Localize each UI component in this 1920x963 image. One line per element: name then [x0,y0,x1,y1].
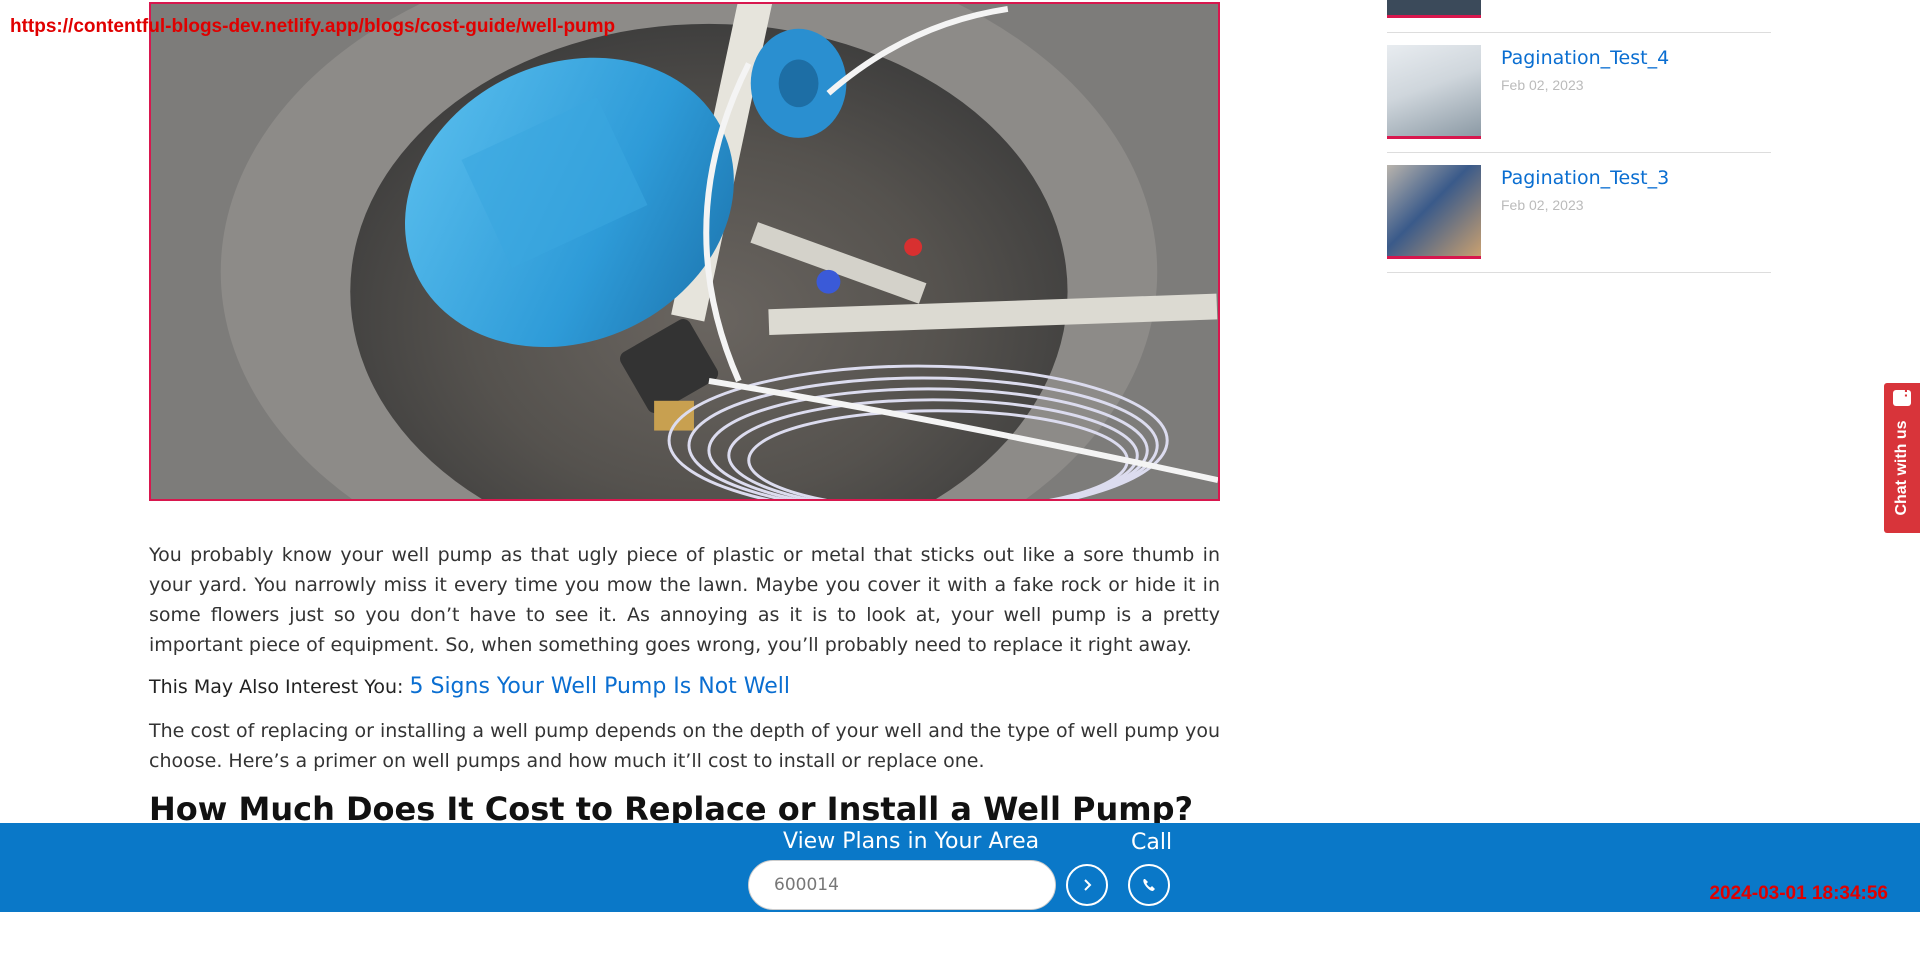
chat-with-us-tab[interactable]: Chat with us [1884,383,1920,533]
sidebar-post[interactable]: Pagination_Test_3 Feb 02, 2023 [1387,153,1771,273]
post-thumbnail[interactable] [1387,165,1481,259]
related-posts-sidebar: Pagination_Test_4 Feb 02, 2023 Paginatio… [1387,0,1771,273]
also-interest-link[interactable]: 5 Signs Your Well Pump Is Not Well [409,674,790,699]
sidebar-post[interactable]: Pagination_Test_4 Feb 02, 2023 [1387,33,1771,153]
phone-icon [1143,879,1155,891]
article-paragraph-cost: The cost of replacing or installing a we… [149,720,1220,772]
also-interest-label: This May Also Interest You: [149,676,404,698]
sticky-plans-bar: View Plans in Your Area Call [0,823,1920,912]
chevron-right-icon [1084,879,1092,891]
post-date: Feb 02, 2023 [1501,77,1584,93]
call-button[interactable] [1128,864,1170,906]
hero-image [149,2,1220,501]
post-title-link[interactable]: Pagination_Test_3 [1501,167,1669,189]
post-thumbnail[interactable] [1387,0,1481,18]
well-pump-photo [151,4,1218,499]
call-label: Call [1131,830,1173,855]
article-body: You probably know your well pump as that… [149,540,1220,828]
url-overlay: https://contentful-blogs-dev.netlify.app… [10,16,616,37]
page-bottom-area [0,912,1920,963]
post-title-link[interactable]: Pagination_Test_4 [1501,47,1669,69]
chat-bubble-icon [1893,390,1911,406]
also-interest-line: This May Also Interest You: 5 Signs Your… [149,672,1220,702]
capture-timestamp: 2024-03-01 18:34:56 [1709,883,1888,904]
post-thumbnail[interactable] [1387,45,1481,139]
zip-code-input[interactable] [748,860,1056,910]
post-date: Feb 02, 2023 [1501,197,1584,213]
view-plans-go-button[interactable] [1066,864,1108,906]
sidebar-post-partial[interactable] [1387,0,1771,33]
view-plans-label: View Plans in Your Area [783,829,1040,854]
article-paragraph-intro: You probably know your well pump as that… [149,544,1220,656]
chat-label: Chat with us [1893,420,1910,516]
